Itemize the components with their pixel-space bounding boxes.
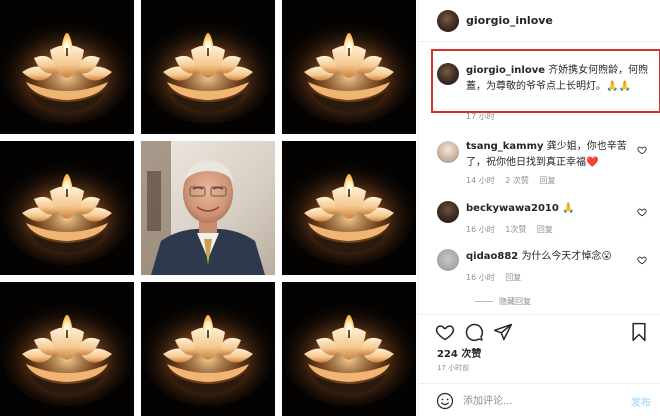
post-detail-panel: giorgio_inlove giorgio_inlove 齐娇携女何煦龄，何煦…	[418, 0, 660, 416]
comment-text: 🙏	[562, 203, 575, 214]
caption-meta: 17 小时	[466, 111, 503, 122]
comment: qidao882 为什么今天才悼念😮	[466, 249, 636, 265]
reply-button[interactable]: 回复	[539, 176, 555, 185]
action-bar	[419, 314, 660, 348]
caption-time[interactable]: 17 小时	[466, 112, 495, 121]
portrait-photo	[141, 141, 275, 275]
caption-username[interactable]: giorgio_inlove	[466, 65, 545, 76]
candle-image	[0, 282, 134, 416]
post-header: giorgio_inlove	[419, 0, 660, 42]
candle-image	[141, 0, 275, 134]
hide-replies-button[interactable]: 隐藏回复	[475, 296, 531, 307]
candle-image	[282, 282, 416, 416]
avatar[interactable]	[437, 10, 459, 32]
candle-image	[282, 0, 416, 134]
post-image-grid[interactable]	[0, 0, 416, 416]
post-timestamp[interactable]: 17 小时前	[437, 363, 469, 373]
comment-text: 为什么今天才悼念😮	[521, 251, 612, 262]
comment-username[interactable]: beckywawa2010	[466, 203, 559, 214]
avatar[interactable]	[437, 141, 459, 163]
bookmark-icon[interactable]	[629, 322, 649, 342]
like-comment-heart-icon[interactable]	[637, 145, 647, 155]
reply-button[interactable]: 回复	[505, 273, 521, 282]
candle-image	[282, 141, 416, 275]
comment-icon[interactable]	[464, 322, 484, 342]
heart-icon[interactable]	[435, 322, 455, 342]
add-comment-bar: 发布	[419, 383, 660, 416]
comment-time[interactable]: 14 小时	[466, 176, 495, 185]
caption: giorgio_inlove 齐娇携女何煦龄，何煦蓋，为尊敬的爷爷点上长明灯。🙏…	[466, 63, 654, 95]
comment-meta: 16 小时 回复	[466, 272, 529, 283]
comment-time[interactable]: 16 小时	[466, 225, 495, 234]
candle-image	[141, 282, 275, 416]
comment: beckywawa2010 🙏	[466, 201, 636, 217]
avatar[interactable]	[437, 201, 459, 223]
comment: tsang_kammy 龚少姐，你也辛苦了，祝你他日找到真正幸福❤️	[466, 139, 636, 171]
candle-image	[0, 141, 134, 275]
comment-likes[interactable]: 1次赞	[505, 225, 526, 234]
divider	[475, 301, 493, 302]
comment-meta: 16 小时 1次赞 回复	[466, 224, 561, 235]
reply-button[interactable]: 回复	[537, 225, 553, 234]
hide-replies-label: 隐藏回复	[499, 297, 531, 306]
comment-username[interactable]: tsang_kammy	[466, 141, 544, 152]
comment-time[interactable]: 16 小时	[466, 273, 495, 282]
comment-username[interactable]: qidao882	[466, 251, 518, 262]
comment-likes[interactable]: 2 次赞	[505, 176, 529, 185]
emoji-icon[interactable]	[436, 392, 454, 410]
post-comment-button[interactable]: 发布	[631, 394, 651, 409]
comment-meta: 14 小时 2 次赞 回复	[466, 175, 563, 186]
like-comment-heart-icon[interactable]	[637, 207, 647, 217]
header-username[interactable]: giorgio_inlove	[466, 14, 553, 27]
share-icon[interactable]	[493, 322, 513, 342]
avatar[interactable]	[437, 249, 459, 271]
comment-input[interactable]	[463, 393, 613, 409]
likes-count[interactable]: 224 次赞	[437, 345, 481, 360]
like-comment-heart-icon[interactable]	[637, 255, 647, 265]
candle-image	[0, 0, 134, 134]
avatar[interactable]	[437, 63, 459, 85]
